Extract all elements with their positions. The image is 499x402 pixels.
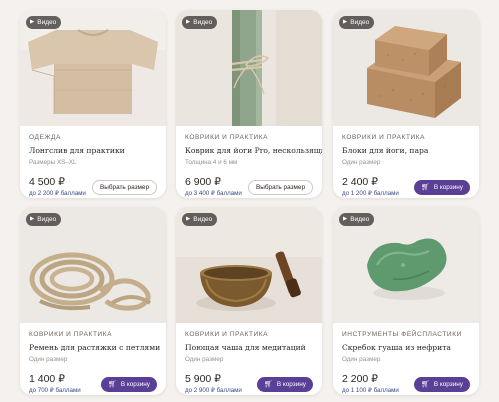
choose-size-button[interactable]: Выбрать размер: [92, 180, 157, 195]
product-name[interactable]: Ремень для растяжки с петлями: [29, 343, 160, 352]
video-badge: ▶ Видео: [182, 16, 218, 29]
play-icon: ▶: [343, 216, 348, 222]
product-detail: Один размер: [29, 356, 68, 363]
product-price: 4 500 ₽: [29, 176, 65, 188]
product-category: КОВРИКИ И ПРАКТИКА: [342, 134, 426, 141]
product-name[interactable]: Коврик для йоги Pro, нескользящий: [185, 146, 322, 155]
product-grid: ▶ Видео ОДЕЖДА Лонгслив для практики Раз…: [0, 0, 499, 402]
product-price: 2 400 ₽: [342, 176, 378, 188]
product-name[interactable]: Блоки для йоги, пара: [342, 146, 472, 155]
video-badge: ▶ Видео: [26, 213, 62, 226]
product-category: КОВРИКИ И ПРАКТИКА: [185, 331, 269, 338]
add-to-cart-button[interactable]: 🛒︎ В корзину: [413, 377, 470, 392]
product-name[interactable]: Скребок гуаша из нефрита: [342, 343, 472, 352]
product-image-longsleeve[interactable]: ▶ Видео: [20, 10, 166, 126]
product-category: КОВРИКИ И ПРАКТИКА: [185, 134, 269, 141]
bonus-points: до 3 400 ₽ баллами: [185, 190, 242, 197]
play-icon: ▶: [186, 216, 191, 222]
cart-icon: 🛒︎: [263, 381, 273, 388]
choose-size-button[interactable]: Выбрать размер: [248, 180, 313, 195]
play-icon: ▶: [30, 19, 35, 25]
product-card[interactable]: ▶ Видео КОВРИКИ И ПРАКТИКА Поющая чаша д…: [176, 207, 322, 395]
product-price: 2 200 ₽: [342, 373, 378, 385]
product-category: КОВРИКИ И ПРАКТИКА: [29, 331, 113, 338]
product-image-strap[interactable]: ▶ Видео: [20, 207, 166, 323]
bonus-points: до 2 900 ₽ баллами: [185, 387, 242, 394]
product-image-yoga-blocks[interactable]: ▶ Видео: [333, 10, 479, 126]
cart-icon: 🛒︎: [420, 184, 430, 191]
product-card[interactable]: ▶ Видео КОВРИКИ И ПРАКТИКА Коврик для йо…: [176, 10, 322, 198]
product-name[interactable]: Поющая чаша для медитаций: [185, 343, 315, 352]
bonus-points: до 2 200 ₽ баллами: [29, 190, 86, 197]
product-card[interactable]: ▶ Видео КОВРИКИ И ПРАКТИКА Ремень для ра…: [20, 207, 166, 395]
product-price: 6 900 ₽: [185, 176, 221, 188]
add-to-cart-button[interactable]: 🛒︎ В корзину: [100, 377, 157, 392]
product-image-gua-sha[interactable]: ▶ Видео: [333, 207, 479, 323]
video-badge: ▶ Видео: [26, 16, 62, 29]
product-detail: Толщина 4 и 6 мм: [185, 159, 238, 166]
product-detail: Один размер: [342, 159, 381, 166]
video-badge: ▶ Видео: [182, 213, 218, 226]
product-detail: Размеры XS–XL: [29, 159, 77, 166]
add-to-cart-button[interactable]: 🛒︎ В корзину: [413, 180, 470, 195]
product-detail: Один размер: [342, 356, 381, 363]
bonus-points: до 700 ₽ баллами: [29, 387, 81, 394]
product-card[interactable]: ▶ Видео ОДЕЖДА Лонгслив для практики Раз…: [20, 10, 166, 198]
add-to-cart-button[interactable]: 🛒︎ В корзину: [256, 377, 313, 392]
product-image-singing-bowl[interactable]: ▶ Видео: [176, 207, 322, 323]
cart-icon: 🛒︎: [420, 381, 430, 388]
product-image-yoga-mat[interactable]: ▶ Видео: [176, 10, 322, 126]
product-category: ИНСТРУМЕНТЫ ФЕЙСПЛАСТИКИ: [342, 331, 462, 338]
video-badge: ▶ Видео: [339, 16, 375, 29]
play-icon: ▶: [186, 19, 191, 25]
bonus-points: до 1 200 ₽ баллами: [342, 190, 399, 197]
product-detail: Один размер: [185, 356, 224, 363]
product-card[interactable]: ▶ Видео КОВРИКИ И ПРАКТИКА Блоки для йог…: [333, 10, 479, 198]
product-price: 5 900 ₽: [185, 373, 221, 385]
play-icon: ▶: [343, 19, 348, 25]
video-badge: ▶ Видео: [339, 213, 375, 226]
play-icon: ▶: [30, 216, 35, 222]
product-category: ОДЕЖДА: [29, 134, 61, 141]
cart-icon: 🛒︎: [107, 381, 117, 388]
product-name[interactable]: Лонгслив для практики: [29, 146, 159, 155]
product-card[interactable]: ▶ Видео ИНСТРУМЕНТЫ ФЕЙСПЛАСТИКИ Скребок…: [333, 207, 479, 395]
product-price: 1 400 ₽: [29, 373, 65, 385]
bonus-points: до 1 100 ₽ баллами: [342, 387, 399, 394]
